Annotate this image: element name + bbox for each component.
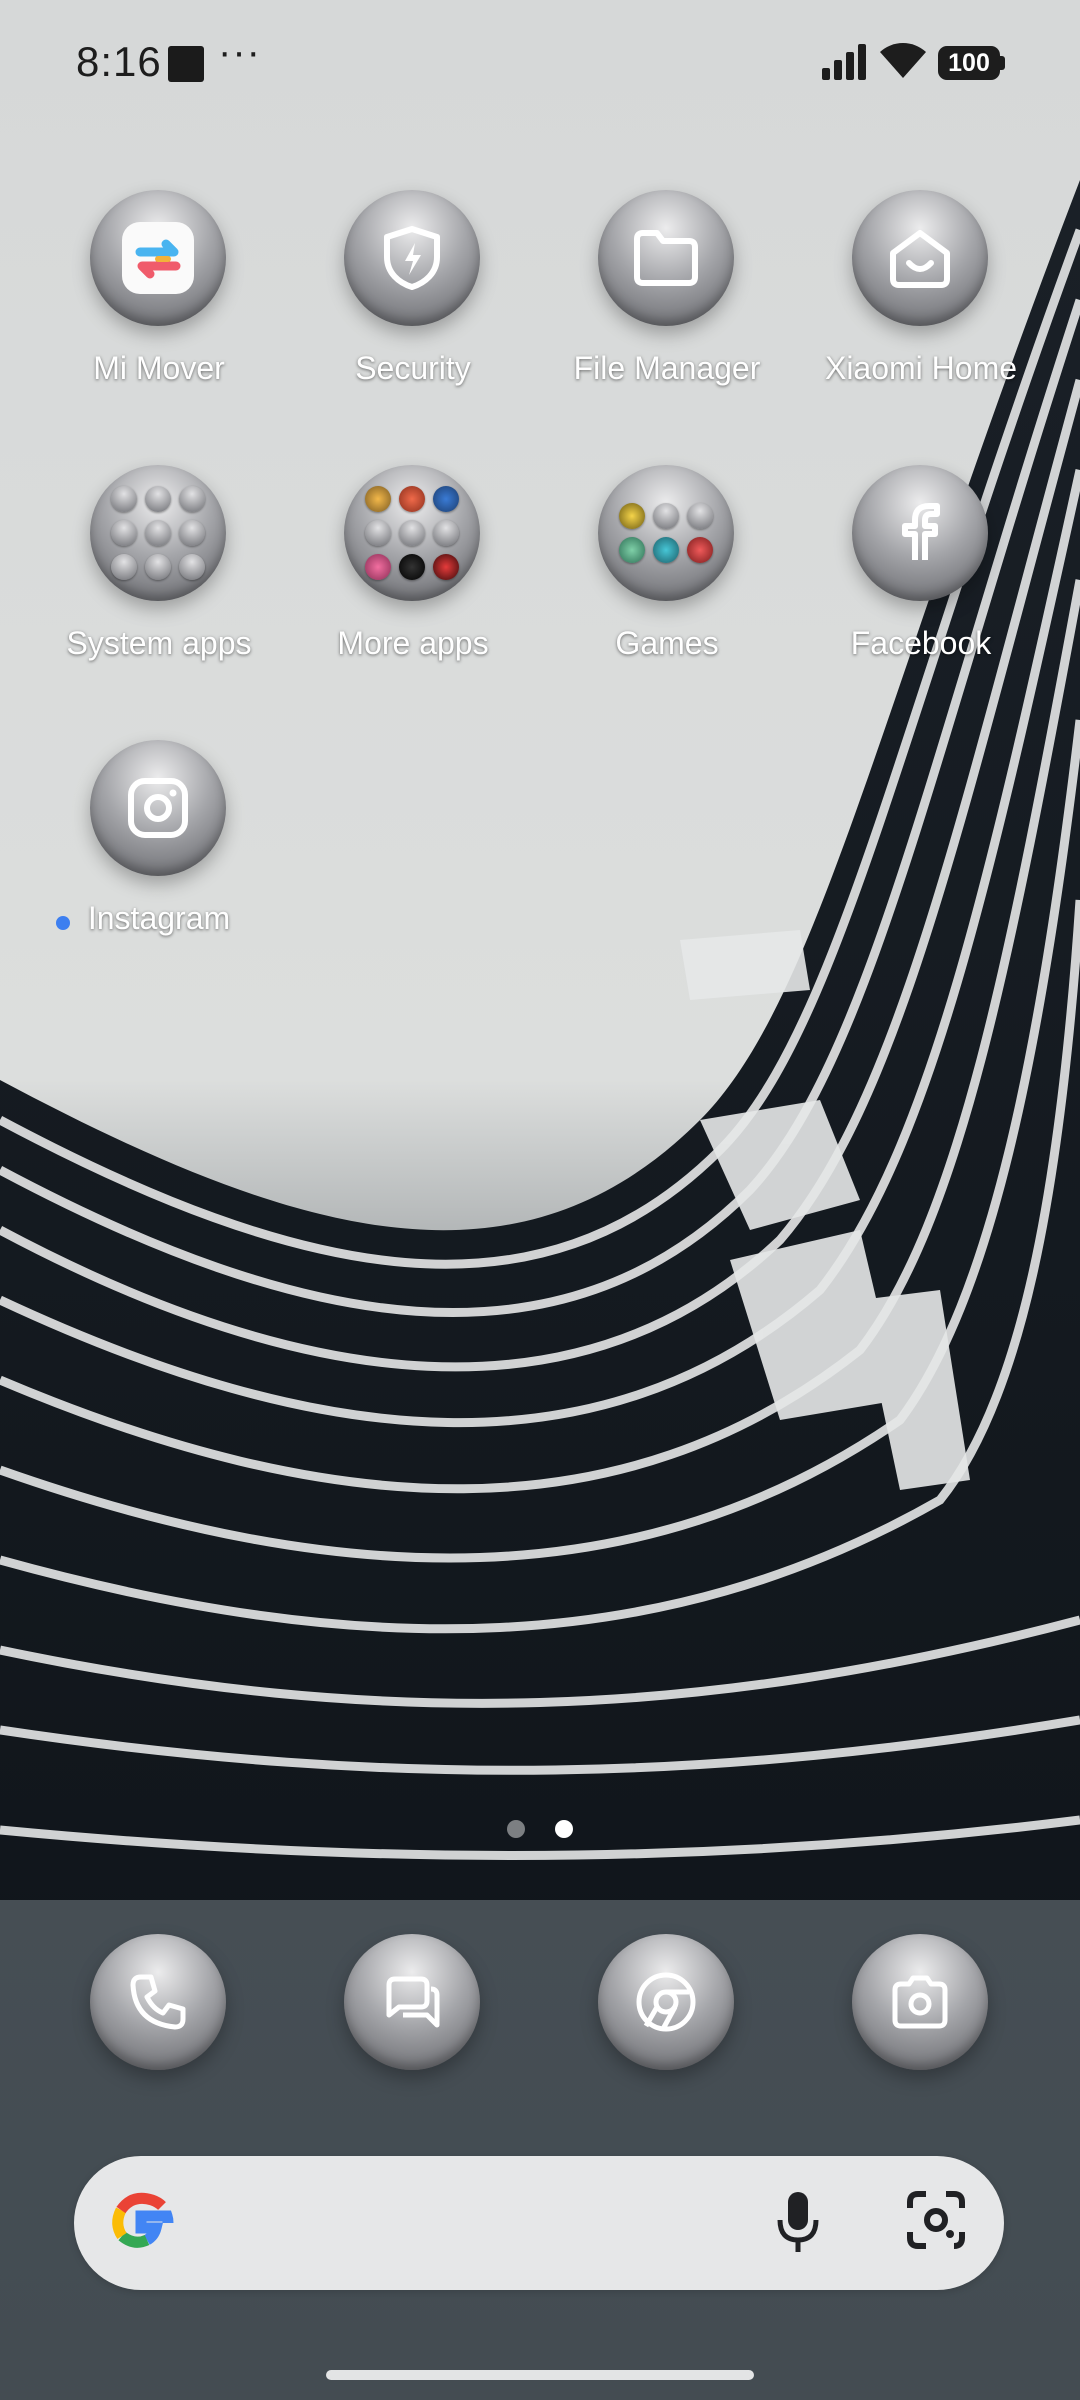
battery-tip [1000, 56, 1005, 70]
wifi-icon [880, 43, 926, 78]
app-label: Security [355, 350, 471, 386]
folder-label: Games [615, 625, 719, 661]
facebook-icon [852, 465, 988, 601]
page-indicator-1[interactable] [507, 1820, 525, 1838]
notification-icon [168, 46, 204, 82]
folder-label: System apps [66, 625, 252, 661]
folder-icon [598, 190, 734, 326]
folder-more-apps[interactable]: More apps [288, 465, 538, 685]
dock-messages[interactable] [288, 1934, 538, 2074]
instagram-icon [90, 740, 226, 876]
folder-grid-icon [598, 465, 734, 601]
app-label: Xiaomi Home [824, 350, 1018, 386]
folder-games[interactable]: Games [542, 465, 792, 685]
google-g-icon [112, 2192, 174, 2248]
shield-bolt-icon [344, 190, 480, 326]
smiling-house-icon [852, 190, 988, 326]
app-security[interactable]: Security [288, 190, 538, 410]
gesture-navigation-bar[interactable] [326, 2370, 754, 2380]
dock-chrome[interactable] [542, 1934, 792, 2074]
dock-phone[interactable] [34, 1934, 284, 2074]
new-install-badge [56, 916, 70, 930]
app-mi-mover[interactable]: Mi Mover [34, 190, 284, 410]
messages-icon [344, 1934, 480, 2070]
app-label: Mi Mover [93, 350, 225, 386]
folder-system-apps[interactable]: System apps [34, 465, 284, 685]
app-label: File Manager [573, 350, 761, 386]
folder-label: More apps [337, 625, 489, 661]
camera-icon [852, 1934, 988, 2070]
mic-icon[interactable] [774, 2188, 822, 2258]
dock-camera[interactable] [796, 1934, 1046, 2074]
folder-grid-icon [90, 465, 226, 601]
page-indicator-2[interactable] [555, 1820, 573, 1838]
app-xiaomi-home[interactable]: Xiaomi Home [796, 190, 1046, 410]
app-label: Facebook [850, 625, 992, 661]
status-bar: 8:16 ··· 100 [0, 0, 1080, 128]
app-instagram[interactable]: Instagram [34, 740, 284, 960]
battery-level: 100 [948, 49, 990, 77]
chrome-icon [598, 1934, 734, 2070]
phone-icon [90, 1934, 226, 2070]
signal-icon [822, 44, 866, 80]
app-file-manager[interactable]: File Manager [542, 190, 792, 410]
folder-grid-icon [344, 465, 480, 601]
google-lens-icon[interactable] [904, 2188, 968, 2252]
google-search-bar[interactable] [74, 2156, 1004, 2290]
mi-mover-icon [90, 190, 226, 326]
clock: 8:16 [76, 38, 162, 85]
more-notifications-icon: ··· [218, 30, 261, 74]
app-facebook[interactable]: Facebook [796, 465, 1046, 685]
